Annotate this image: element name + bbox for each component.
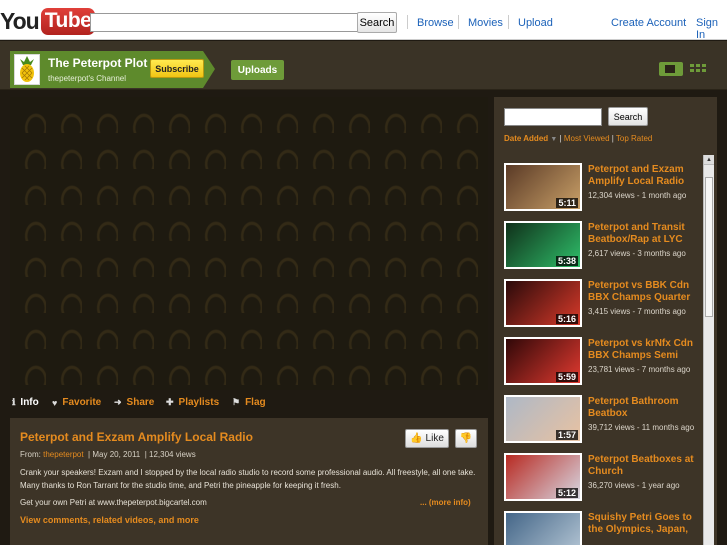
video-thumbnail[interactable] — [504, 511, 582, 545]
video-thumbnail[interactable]: 5:59 — [504, 337, 582, 385]
video-info-panel: Peterpot and Exzam Amplify Local Radio 👍… — [10, 418, 488, 545]
video-meta: From: thepeterpot | May 20, 2011 | 12,30… — [20, 450, 196, 459]
video-list-item[interactable]: 5:11 Peterpot and Exzam Amplify Local Ra… — [502, 155, 702, 211]
like-label: Like — [425, 433, 444, 444]
video-thumbnail[interactable]: 5:38 — [504, 221, 582, 269]
arrow-icon: ➜ — [114, 397, 122, 407]
upload-date: May 20, 2011 — [92, 450, 141, 459]
video-title: Peterpot and Exzam Amplify Local Radio — [20, 430, 253, 444]
nav-divider — [458, 15, 459, 29]
video-list-item[interactable]: 5:59 Peterpot vs krNfx Cdn BBX Champs Se… — [502, 329, 702, 385]
sort-options: Date Added ▼ | Most Viewed | Top Rated — [504, 134, 653, 143]
video-thumbnail[interactable]: 5:11 — [504, 163, 582, 211]
video-description-link: Get your own Petri at www.thepeterpot.bi… — [20, 498, 207, 507]
logo-tube: Tube — [40, 7, 96, 35]
sort-date-added[interactable]: Date Added — [504, 134, 548, 143]
video-list-item[interactable]: 5:38 Peterpot and Transit Beatbox/Rap at… — [502, 213, 702, 269]
info-tab[interactable]: ℹ Info — [12, 397, 39, 408]
channel-search-button[interactable]: Search — [608, 107, 648, 126]
video-list-title[interactable]: Peterpot Bathroom Beatbox — [588, 396, 700, 419]
grid-view-icon[interactable] — [690, 62, 708, 76]
sort-top-rated[interactable]: Top Rated — [616, 134, 652, 143]
channel-title[interactable]: The Peterpot Plot — [48, 56, 147, 70]
video-thumbnail[interactable]: 5:16 — [504, 279, 582, 327]
nav-upload[interactable]: Upload — [518, 17, 553, 29]
view-comments-link[interactable]: View comments, related videos, and more — [20, 515, 199, 525]
video-list: 5:11 Peterpot and Exzam Amplify Local Ra… — [502, 155, 702, 545]
video-thumbnail[interactable]: 1:57 — [504, 395, 582, 443]
search-input[interactable] — [90, 13, 358, 32]
thumbs-up-icon: 👍 — [410, 433, 423, 444]
flag-link[interactable]: ⚑ Flag — [232, 397, 266, 408]
playlists-link[interactable]: ✚ Playlists — [166, 397, 219, 408]
nav-divider — [508, 15, 509, 29]
create-account-link[interactable]: Create Account — [611, 17, 686, 29]
video-thumbnail[interactable]: 5:12 — [504, 453, 582, 501]
logo-you: You — [0, 7, 40, 34]
video-player[interactable] — [10, 97, 488, 390]
video-list-title[interactable]: Peterpot vs krNfx Cdn BBX Champs Semi — [588, 338, 700, 361]
tab-uploads[interactable]: Uploads — [231, 60, 284, 80]
channel-search-input[interactable] — [504, 108, 602, 126]
sort-arrow-icon: ▼ — [550, 136, 558, 143]
duration-badge: 5:11 — [556, 198, 578, 208]
video-list-meta: 3,415 views - 7 months ago — [588, 307, 686, 316]
duration-badge: 5:38 — [555, 256, 578, 266]
duration-badge: 5:59 — [555, 372, 578, 382]
video-list-meta: 12,304 views - 1 month ago — [588, 191, 687, 200]
info-icon: ℹ — [12, 397, 16, 407]
nav-movies[interactable]: Movies — [468, 17, 503, 29]
channel-subtitle: thepeterpot's Channel — [48, 74, 127, 83]
plus-icon: ✚ — [166, 397, 174, 407]
video-actions: ℹ Info ♥ Favorite ➜ Share ✚ Playlists ⚑ Flag — [10, 393, 488, 411]
nav-divider — [407, 15, 408, 29]
channel-bar: The Peterpot Plot thepeterpot's Channel … — [0, 41, 727, 90]
video-list-title[interactable]: Peterpot Beatboxes at Church — [588, 454, 700, 477]
favorite-link[interactable]: ♥ Favorite — [52, 397, 101, 408]
masthead: You Tube Search Browse Movies Upload Crea… — [0, 0, 727, 41]
video-list-item[interactable]: Squishy Petri Goes to the Olympics, Japa… — [502, 503, 702, 545]
video-list-title[interactable]: Peterpot vs BBK Cdn BBX Champs Quarter — [588, 280, 700, 303]
sign-in-link[interactable]: Sign In — [696, 17, 727, 41]
video-list-item[interactable]: 5:12 Peterpot Beatboxes at Church 36,270… — [502, 445, 702, 501]
subscribe-button[interactable]: Subscribe — [150, 59, 204, 78]
uploads-sidebar: Search Date Added ▼ | Most Viewed | Top … — [494, 97, 717, 545]
sidebar-scrollbar[interactable]: ▲ — [703, 155, 714, 545]
avatar[interactable] — [14, 54, 40, 85]
search-button[interactable]: Search — [357, 12, 397, 33]
heart-icon: ♥ — [52, 397, 58, 408]
duration-badge: 1:57 — [555, 430, 578, 440]
video-list-meta: 23,781 views - 7 months ago — [588, 365, 691, 374]
flag-icon: ⚑ — [232, 397, 241, 407]
video-list-title[interactable]: Squishy Petri Goes to the Olympics, Japa… — [588, 512, 700, 535]
sort-most-viewed[interactable]: Most Viewed — [564, 134, 610, 143]
uploader-link[interactable]: thepeterpot — [43, 450, 83, 459]
video-list-meta: 36,270 views - 1 year ago — [588, 481, 680, 490]
video-list-title[interactable]: Peterpot and Transit Beatbox/Rap at LYC — [588, 222, 700, 245]
duration-badge: 5:16 — [555, 314, 578, 324]
video-list-item[interactable]: 1:57 Peterpot Bathroom Beatbox 39,712 vi… — [502, 387, 702, 443]
dislike-button[interactable]: 👎 — [455, 429, 477, 448]
youtube-logo[interactable]: You Tube — [0, 6, 96, 36]
player-view-icon[interactable] — [659, 62, 683, 76]
video-list-meta: 39,712 views - 11 months ago — [588, 423, 695, 432]
duration-badge: 5:12 — [555, 488, 578, 498]
like-button[interactable]: 👍 Like — [405, 429, 449, 448]
video-list-meta: 2,617 views - 3 months ago — [588, 249, 686, 258]
scroll-up-icon[interactable]: ▲ — [704, 155, 714, 165]
video-list-item[interactable]: 5:16 Peterpot vs BBK Cdn BBX Champs Quar… — [502, 271, 702, 327]
pineapple-icon — [20, 56, 34, 82]
video-description: Crank your speakers! Exzam and I stopped… — [20, 468, 476, 490]
share-link[interactable]: ➜ Share — [114, 397, 154, 408]
thumbs-down-icon: 👎 — [459, 433, 473, 444]
scrollbar-thumb[interactable] — [705, 177, 713, 317]
more-info-link[interactable]: ... (more info) — [420, 498, 471, 507]
view-count: 12,304 views — [149, 450, 196, 459]
nav-browse[interactable]: Browse — [417, 17, 454, 29]
video-list-title[interactable]: Peterpot and Exzam Amplify Local Radio — [588, 164, 700, 187]
